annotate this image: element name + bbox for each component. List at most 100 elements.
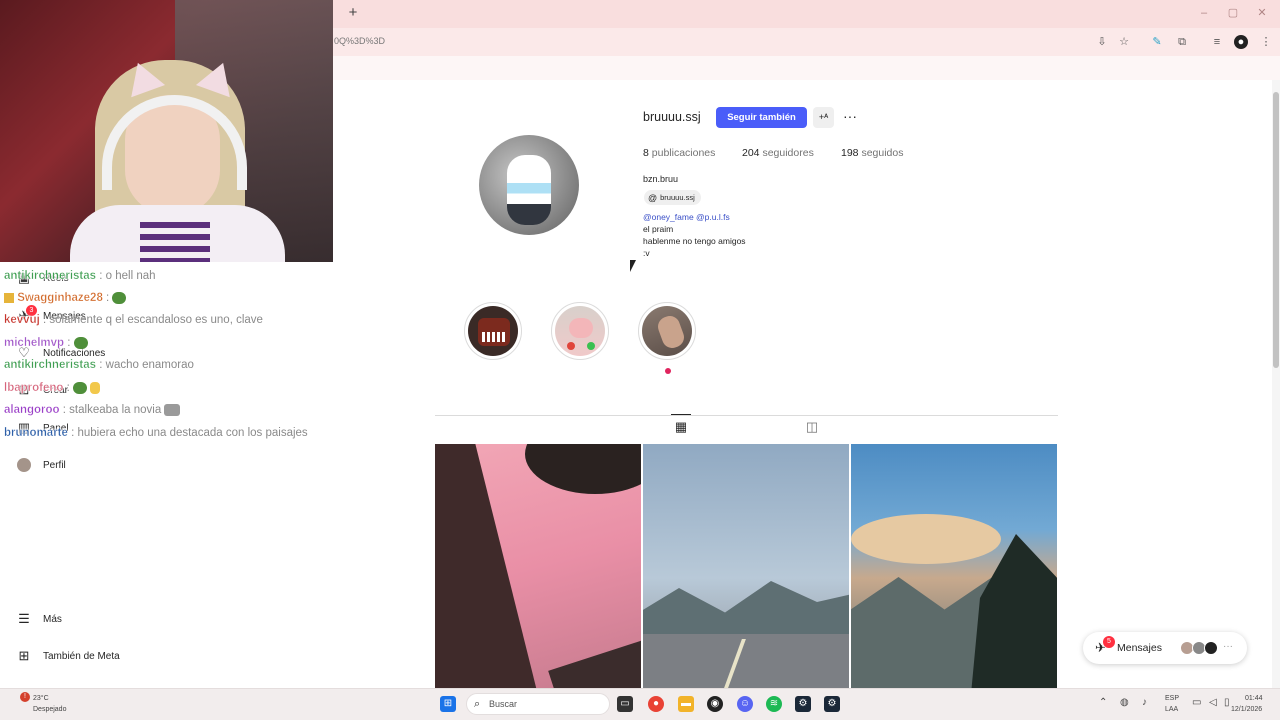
stat-label: seguidos [861,147,904,159]
frog-emote-icon [73,336,88,349]
chat-message: brunomarte : hubiera echo una destacada … [4,423,308,443]
tabs-divider [435,415,1058,416]
network-tray-icon[interactable]: ◍ [1120,697,1129,708]
tagged-tab-icon[interactable]: ◫ [804,419,820,435]
spotify-icon[interactable]: ≋ [766,696,782,712]
chat-message: antikirchneristas : o hell nah [4,266,156,286]
ok-hand-emote-icon [90,381,101,394]
stat-following[interactable]: 198 seguidos [841,147,903,159]
threads-icon: @ [648,192,658,203]
taskbar-search[interactable]: ⌕ Buscar [466,693,610,715]
clock-time[interactable]: 01:44 [1245,694,1263,703]
close-window-button[interactable]: ✕ [1255,6,1269,20]
nav-item-profile[interactable]: Perfil [15,454,66,476]
avatar [1204,641,1218,655]
media-control-icon[interactable]: ≡ [1210,35,1224,49]
steam-icon[interactable]: ⚙ [795,696,811,712]
post-thumbnail[interactable] [435,444,641,688]
search-icon: ⌕ [474,698,481,710]
unseen-dot [665,368,671,374]
chat-text: : wacho enamorao [99,359,194,371]
chat-badge-icon [4,292,14,303]
chat-message: Swagginhaze28 : [4,288,127,308]
threads-badge[interactable]: @ bruuuu.ssj [644,190,701,205]
messages-floating-button[interactable]: ✈ 5 Mensajes ··· [1083,632,1247,664]
messages-badge: 5 [1103,636,1115,648]
bio-line: hablenme no tengo amigos [643,236,746,246]
chat-text: : stalkeaba la novia [62,404,162,416]
profile-full-name: bzn.bruu [643,174,679,184]
minimize-button[interactable]: – [1197,6,1211,20]
chat-text: : [67,337,71,349]
stat-count: 204 [742,147,760,159]
frog-emote-icon [73,381,88,394]
url-text[interactable]: 0Q%3D%3D [334,36,385,46]
weather-temp: 23°C [33,695,49,702]
nav-item-also-from-meta[interactable]: ⊞ También de Meta [15,645,120,667]
chat-user: Swagginhaze28 [17,292,103,304]
tray-chevron-icon[interactable]: ⌃ [1099,697,1107,708]
chat-text: : [106,292,110,304]
install-app-icon[interactable]: ⇩ [1095,35,1109,49]
stat-count: 198 [841,147,859,159]
file-explorer-icon[interactable]: ▬ [678,696,694,712]
input-language[interactable]: ESP [1165,694,1179,703]
bio-mentions[interactable]: @oney_fame @p.u.l.fs [643,212,730,222]
chat-user: brunomarte [4,427,68,439]
input-region[interactable]: LAA [1165,705,1178,714]
chat-text: : hubiera echo una destacada con los pai… [71,427,308,439]
messages-label: Mensajes [1117,642,1162,654]
nav-label: Perfil [43,459,66,471]
chat-text: : solamente q el escandaloso es uno, cla… [43,314,263,326]
mic-tray-icon[interactable]: ♪ [1142,697,1147,708]
extension-icon[interactable]: ✎ [1150,35,1164,49]
chat-user: kevvuj [4,314,40,326]
stat-label: seguidores [762,147,814,159]
clock-date[interactable]: 12/1/2026 [1231,705,1262,714]
weather-icon[interactable]: ! [20,692,30,702]
posts-grid-tab-icon[interactable]: ▦ [673,419,689,435]
post-thumbnail[interactable] [851,444,1057,688]
emote-icon [164,403,181,416]
chat-user: michelmvp [4,337,65,349]
story-highlight[interactable] [464,302,522,360]
story-highlight[interactable] [638,302,696,360]
post-thumbnail[interactable] [643,444,849,688]
chat-message: antikirchneristas : wacho enamorao [4,355,194,375]
mouse-cursor [630,260,636,272]
nav-item-more[interactable]: ☰ Más [15,608,62,630]
browser-menu-icon[interactable]: ⋮ [1259,35,1273,49]
chrome-icon[interactable]: ● [648,696,664,712]
steam-icon-2[interactable]: ⚙ [824,696,840,712]
more-options-icon[interactable]: ··· [841,107,859,127]
suggested-users-button[interactable]: +ᴬ [813,107,834,128]
profile-avatar-large[interactable] [479,135,579,235]
follow-back-button[interactable]: Seguir también [716,107,807,128]
discord-icon[interactable]: ☺ [737,696,753,712]
browser-profile-icon[interactable]: ● [1234,35,1248,49]
battery-tray-icon[interactable]: ▯ [1224,697,1230,708]
story-highlight[interactable] [551,302,609,360]
chat-text: : o hell nah [99,270,156,282]
new-tab-button[interactable]: + [346,5,360,21]
extensions-puzzle-icon[interactable]: ⧉ [1175,35,1189,49]
bio-line: el praim [643,224,674,234]
task-view-icon[interactable]: ▭ [617,696,633,712]
active-tab-indicator [671,414,691,415]
stat-count: 8 [643,147,649,159]
maximize-button[interactable]: ▢ [1226,6,1240,20]
volume-tray-icon[interactable]: ◁ [1209,697,1217,708]
chat-user: alangoroo [4,404,60,416]
taskbar [0,688,1280,720]
windows-start-icon[interactable]: ⊞ [440,696,456,712]
display-tray-icon[interactable]: ▭ [1192,697,1201,708]
chat-user: antikirchneristas [4,359,97,371]
nav-label: Más [43,613,62,625]
bio-line: :v [643,248,650,258]
chat-message: lbaprofeno : [4,378,101,398]
scrollbar-thumb[interactable] [1273,92,1279,368]
stat-followers[interactable]: 204 seguidores [742,147,814,159]
bookmark-star-icon[interactable]: ☆ [1117,35,1131,49]
chat-user: antikirchneristas [4,270,97,282]
obs-icon[interactable]: ◉ [707,696,723,712]
